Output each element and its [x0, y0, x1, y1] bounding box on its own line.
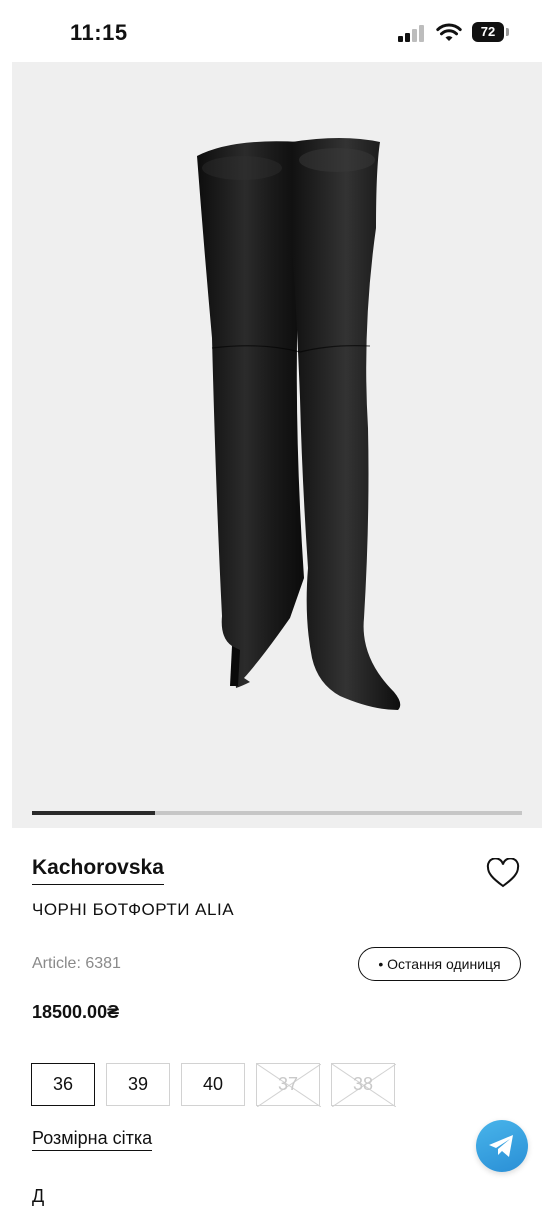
brand-link[interactable]: Kachorovska [32, 856, 164, 885]
status-bar: 11:15 72 [0, 0, 554, 64]
heart-icon[interactable] [486, 858, 520, 890]
gallery-progress [32, 811, 522, 815]
product-image-gallery[interactable] [12, 62, 542, 828]
signal-icon [398, 24, 426, 42]
telegram-button[interactable] [476, 1120, 528, 1172]
product-title: ЧОРНІ БОТФОРТИ ALIA [32, 900, 235, 919]
status-time: 11:15 [70, 20, 128, 45]
description-heading-partial: Д [32, 1186, 45, 1206]
size-chart-link[interactable]: Розмірна сітка [32, 1128, 153, 1151]
product-price: 18500.00₴ [32, 1002, 120, 1022]
battery-nub [506, 28, 509, 36]
battery-icon: 72 [472, 22, 504, 42]
wifi-icon [436, 23, 462, 41]
product-image [197, 138, 401, 710]
size-option-37-unavailable: 37 [256, 1063, 321, 1107]
gallery-progress-fill [32, 811, 155, 815]
size-option-39[interactable]: 39 [106, 1063, 170, 1106]
telegram-icon [489, 1135, 513, 1157]
size-option-36[interactable]: 36 [31, 1063, 95, 1106]
size-option-38-unavailable: 38 [331, 1063, 396, 1107]
status-badge: • Остання одиниця [358, 947, 521, 981]
size-option-40[interactable]: 40 [181, 1063, 245, 1106]
article-number: Article: 6381 [32, 955, 121, 972]
